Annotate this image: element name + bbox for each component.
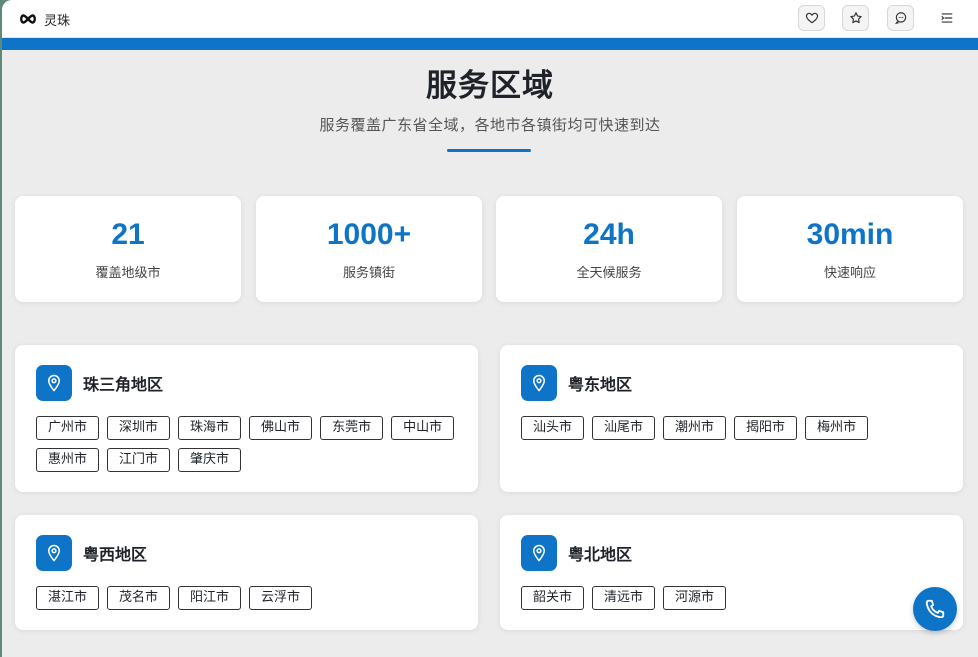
city-tag[interactable]: 珠海市: [178, 416, 242, 440]
region-header: 粤北地区: [521, 535, 632, 571]
region-header: 粤东地区: [521, 365, 632, 401]
city-tag[interactable]: 惠州市: [36, 448, 100, 472]
region-card-north: 粤北地区 韶关市 清远市 河源市: [500, 515, 963, 630]
city-tag[interactable]: 云浮市: [249, 586, 313, 610]
stat-card: 21 覆盖地级市: [15, 196, 241, 302]
infinity-logo-icon: [20, 14, 36, 24]
city-tag[interactable]: 揭阳市: [734, 416, 798, 440]
city-tag[interactable]: 深圳市: [107, 416, 171, 440]
page-subtitle: 服务覆盖广东省全域，各地市各镇街均可快速到达: [319, 116, 661, 134]
chat-button[interactable]: [887, 5, 914, 31]
region-card-east: 粤东地区 汕头市 汕尾市 潮州市 揭阳市 梅州市: [500, 345, 963, 492]
region-title: 珠三角地区: [83, 375, 164, 394]
stat-label: 服务镇街: [342, 266, 395, 281]
heart-icon: [805, 12, 818, 24]
stat-card: 24h 全天候服务: [496, 196, 722, 302]
location-pin-icon: [36, 535, 72, 571]
region-header: 粤西地区: [36, 535, 147, 571]
city-tag[interactable]: 梅州市: [805, 416, 869, 440]
stat-label: 全天候服务: [576, 266, 642, 281]
phone-icon: [925, 599, 945, 619]
city-tag[interactable]: 中山市: [391, 416, 455, 440]
top-bar: 灵珠: [2, 0, 978, 38]
title-divider: [447, 149, 531, 152]
star-icon: [849, 12, 862, 24]
stat-value: 1000+: [326, 218, 412, 251]
city-tag[interactable]: 江门市: [107, 448, 171, 472]
region-title: 粤北地区: [568, 545, 633, 564]
app-window: 灵珠 服务区域 服务覆盖广东省全域，各地市各镇街均可快速到达 21 覆盖地级市 …: [2, 0, 978, 657]
menu-button[interactable]: [938, 9, 956, 27]
city-tag[interactable]: 肇庆市: [178, 448, 242, 472]
city-tag[interactable]: 广州市: [36, 416, 100, 440]
stat-label: 覆盖地级市: [95, 266, 161, 281]
region-card-west: 粤西地区 湛江市 茂名市 阳江市 云浮市: [15, 515, 478, 630]
page-title: 服务区域: [426, 68, 554, 104]
city-tag[interactable]: 茂名市: [107, 586, 171, 610]
region-title: 粤东地区: [568, 375, 633, 394]
stat-card: 30min 快速响应: [737, 196, 963, 302]
region-card-pearl-river-delta: 珠三角地区 广州市 深圳市 珠海市 佛山市 东莞市 中山市 惠州市 江门市 肇庆…: [15, 345, 478, 492]
city-tag[interactable]: 佛山市: [249, 416, 313, 440]
brand[interactable]: 灵珠: [18, 9, 70, 29]
location-pin-icon: [36, 365, 72, 401]
city-list: 湛江市 茂名市 阳江市 云浮市: [36, 586, 476, 610]
stat-value: 21: [111, 218, 145, 251]
city-list: 广州市 深圳市 珠海市 佛山市 东莞市 中山市 惠州市 江门市 肇庆市: [36, 416, 476, 472]
location-pin-icon: [521, 365, 557, 401]
city-tag[interactable]: 湛江市: [36, 586, 100, 610]
region-header: 珠三角地区: [36, 365, 163, 401]
menu-icon: [941, 13, 953, 23]
location-pin-icon: [521, 535, 557, 571]
call-button[interactable]: [913, 587, 957, 631]
stat-card: 1000+ 服务镇街: [256, 196, 482, 302]
city-tag[interactable]: 韶关市: [521, 586, 585, 610]
city-list: 韶关市 清远市 河源市: [521, 586, 961, 610]
city-tag[interactable]: 东莞市: [320, 416, 384, 440]
city-tag[interactable]: 河源市: [663, 586, 727, 610]
city-tag[interactable]: 阳江市: [178, 586, 242, 610]
accent-bar: [2, 38, 978, 50]
city-tag[interactable]: 汕头市: [521, 416, 585, 440]
favorite-button[interactable]: [798, 5, 825, 31]
city-tag[interactable]: 清远市: [592, 586, 656, 610]
stat-value: 30min: [806, 218, 894, 251]
stat-value: 24h: [583, 218, 635, 251]
star-button[interactable]: [842, 5, 869, 31]
city-list: 汕头市 汕尾市 潮州市 揭阳市 梅州市: [521, 416, 961, 440]
region-title: 粤西地区: [83, 545, 148, 564]
app-name: 灵珠: [44, 13, 71, 29]
city-tag[interactable]: 汕尾市: [592, 416, 656, 440]
chat-icon: [894, 12, 906, 25]
stat-label: 快速响应: [823, 266, 876, 281]
city-tag[interactable]: 潮州市: [663, 416, 727, 440]
